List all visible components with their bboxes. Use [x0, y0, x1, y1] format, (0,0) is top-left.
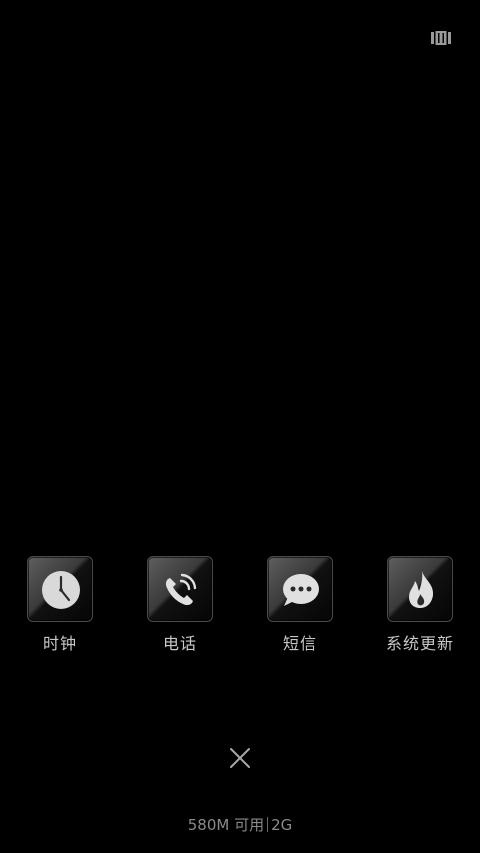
clock-icon [42, 571, 80, 609]
clear-all-button[interactable] [226, 744, 254, 772]
recent-apps-row: 时钟 电话 短信 系统更新 [0, 556, 480, 666]
app-tile [387, 556, 453, 622]
recent-app-messages[interactable]: 短信 [240, 556, 360, 654]
view-toggle-button[interactable] [430, 30, 452, 46]
recent-app-system-update[interactable]: 系统更新 [360, 556, 480, 654]
app-label: 电话 [162, 634, 197, 653]
recent-apps-screen: 时钟 电话 短信 系统更新 580M 可用 2G [0, 0, 480, 853]
view-toggle-icon [431, 31, 451, 45]
app-tile [27, 556, 93, 622]
app-tile [147, 556, 213, 622]
app-label: 时钟 [42, 634, 77, 653]
memory-total: 2G [271, 816, 293, 834]
app-label: 系统更新 [385, 634, 454, 653]
recent-app-phone[interactable]: 电话 [120, 556, 240, 654]
memory-status: 580M 可用 2G [0, 814, 480, 836]
flame-icon [409, 571, 434, 608]
phone-icon [165, 573, 197, 606]
memory-available: 580M 可用 [187, 816, 265, 834]
message-icon [283, 574, 319, 606]
app-label: 短信 [282, 634, 317, 653]
memory-divider [267, 817, 269, 832]
close-icon [230, 748, 250, 768]
recent-app-clock[interactable]: 时钟 [0, 556, 120, 654]
app-tile [267, 556, 333, 622]
